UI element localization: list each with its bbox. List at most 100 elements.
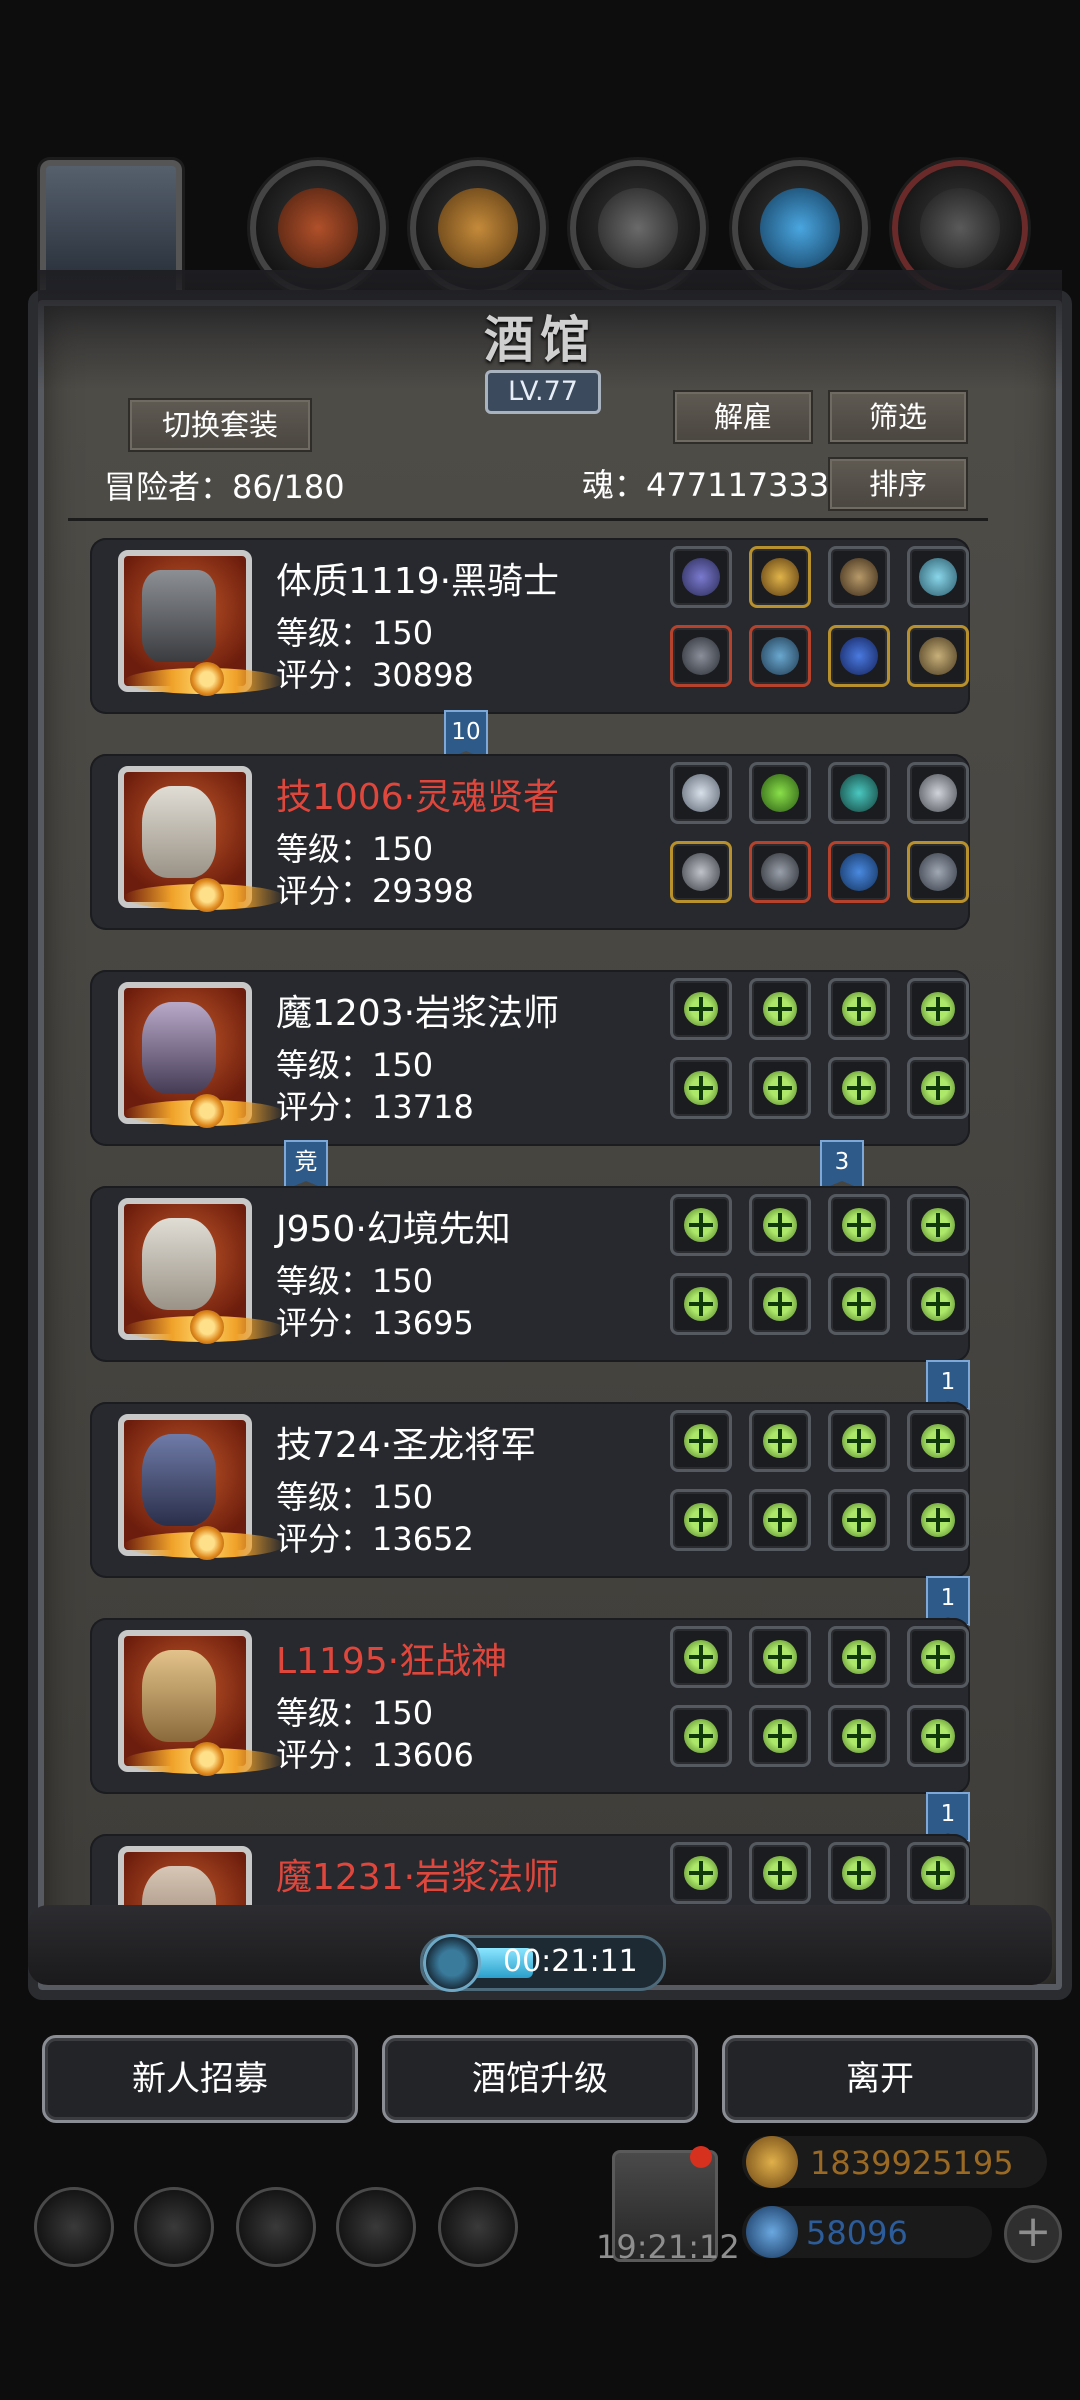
equipment-slot[interactable] (749, 762, 811, 824)
switch-outfit-button[interactable]: 切换套装 (128, 398, 312, 452)
hero-portrait (118, 550, 284, 696)
add-equipment-button[interactable] (749, 1489, 811, 1551)
plus-icon (921, 1208, 955, 1242)
add-equipment-button[interactable] (670, 1057, 732, 1119)
equipment-slot[interactable] (828, 546, 890, 608)
add-equipment-button[interactable] (907, 1410, 969, 1472)
equipment-slot[interactable] (749, 625, 811, 687)
hero-portrait (118, 982, 284, 1128)
hero-name: 魔1203·岩浆法师 (276, 993, 560, 1034)
add-equipment-button[interactable] (828, 1194, 890, 1256)
add-equipment-button[interactable] (749, 1057, 811, 1119)
hero-card[interactable]: J950·幻境先知 等级：150 评分：13695 (90, 1186, 970, 1362)
plus-icon (842, 1719, 876, 1753)
add-equipment-button[interactable] (828, 1057, 890, 1119)
equipment-slot[interactable] (749, 546, 811, 608)
hero-card[interactable]: 魔1203·岩浆法师 等级：150 评分：13718 (90, 970, 970, 1146)
plus-icon (842, 1856, 876, 1890)
hero-card[interactable]: 技724·圣龙将军 等级：150 评分：13652 (90, 1402, 970, 1578)
equipment-slots (670, 1626, 970, 1786)
plus-icon (921, 1503, 955, 1537)
timer-icon (423, 1934, 481, 1992)
hero-level: 等级：150 (276, 830, 434, 868)
equipment-slot[interactable] (749, 841, 811, 903)
notification-dot (690, 2146, 712, 2168)
add-equipment-button[interactable] (907, 1842, 969, 1904)
panel-title: 酒馆 (484, 310, 596, 369)
dismiss-button[interactable]: 解雇 (673, 390, 813, 444)
soul-count: 魂：477117333 (582, 466, 830, 504)
add-equipment-button[interactable] (749, 978, 811, 1040)
add-equipment-button[interactable] (670, 978, 732, 1040)
equipment-slot[interactable] (670, 625, 732, 687)
plus-icon[interactable]: + (1004, 2205, 1062, 2263)
hero-card[interactable]: 体质1119·黑骑士 等级：150 评分：30898 (90, 538, 970, 714)
add-equipment-button[interactable] (907, 1626, 969, 1688)
shield-icon[interactable] (438, 2187, 518, 2267)
hero-card[interactable]: 魔1231·岩浆法师 (90, 1834, 970, 1910)
add-equipment-button[interactable] (670, 1842, 732, 1904)
equipment-slot[interactable] (907, 625, 969, 687)
star-icon[interactable] (134, 2187, 214, 2267)
add-equipment-button[interactable] (670, 1194, 732, 1256)
add-equipment-button[interactable] (907, 978, 969, 1040)
add-equipment-button[interactable] (670, 1626, 732, 1688)
add-equipment-button[interactable] (828, 1705, 890, 1767)
sort-button[interactable]: 排序 (828, 457, 968, 511)
hero-score: 评分：13718 (276, 1088, 474, 1126)
add-equipment-button[interactable] (907, 1194, 969, 1256)
equipment-slot[interactable] (828, 841, 890, 903)
hero-level: 等级：150 (276, 1694, 434, 1732)
hero-score: 评分：30898 (276, 656, 474, 694)
add-equipment-button[interactable] (907, 1705, 969, 1767)
leave-button[interactable]: 离开 (722, 2035, 1038, 2123)
plus-icon (921, 1424, 955, 1458)
equipment-slot[interactable] (907, 546, 969, 608)
recruit-button[interactable]: 新人招募 (42, 2035, 358, 2123)
hero-score: 评分：29398 (276, 872, 474, 910)
equipment-slot[interactable] (670, 546, 732, 608)
add-equipment-button[interactable] (670, 1705, 732, 1767)
add-equipment-button[interactable] (670, 1410, 732, 1472)
add-equipment-button[interactable] (907, 1273, 969, 1335)
hero-card[interactable]: 技1006·灵魂贤者 等级：150 评分：29398 (90, 754, 970, 930)
hero-score: 评分：13606 (276, 1736, 474, 1774)
tavern-upgrade-button[interactable]: 酒馆升级 (382, 2035, 698, 2123)
hero-card[interactable]: L1195·狂战神 等级：150 评分：13606 (90, 1618, 970, 1794)
add-equipment-button[interactable] (749, 1194, 811, 1256)
hero-level: 等级：150 (276, 1478, 434, 1516)
add-equipment-button[interactable] (749, 1842, 811, 1904)
filter-button[interactable]: 筛选 (828, 390, 968, 444)
add-equipment-button[interactable] (828, 1842, 890, 1904)
plus-icon (684, 1208, 718, 1242)
add-equipment-button[interactable] (749, 1410, 811, 1472)
add-equipment-button[interactable] (670, 1273, 732, 1335)
plus-icon (842, 1424, 876, 1458)
mail-icon[interactable] (336, 2187, 416, 2267)
add-equipment-button[interactable] (828, 1626, 890, 1688)
plus-icon (763, 1503, 797, 1537)
plus-icon (684, 1503, 718, 1537)
add-equipment-button[interactable] (828, 1273, 890, 1335)
add-equipment-button[interactable] (828, 1489, 890, 1551)
equipment-slot[interactable] (828, 762, 890, 824)
rune-icon[interactable] (236, 2187, 316, 2267)
add-equipment-button[interactable] (749, 1273, 811, 1335)
hero-list[interactable]: 体质1119·黑骑士 等级：150 评分：30898 10 技1006·灵魂贤者… (80, 530, 1000, 1910)
equipment-slot[interactable] (670, 841, 732, 903)
add-equipment-button[interactable] (749, 1705, 811, 1767)
add-equipment-button[interactable] (828, 978, 890, 1040)
add-equipment-button[interactable] (907, 1057, 969, 1119)
add-equipment-button[interactable] (907, 1489, 969, 1551)
add-equipment-button[interactable] (828, 1410, 890, 1472)
plus-icon (684, 1719, 718, 1753)
equipment-slot[interactable] (828, 625, 890, 687)
add-equipment-button[interactable] (749, 1626, 811, 1688)
equipment-slot[interactable] (907, 841, 969, 903)
equipment-slot[interactable] (670, 762, 732, 824)
equipment-slot[interactable] (907, 762, 969, 824)
settings-icon[interactable] (34, 2187, 114, 2267)
add-equipment-button[interactable] (670, 1489, 732, 1551)
hero-portrait (118, 766, 284, 912)
plus-icon (842, 1071, 876, 1105)
